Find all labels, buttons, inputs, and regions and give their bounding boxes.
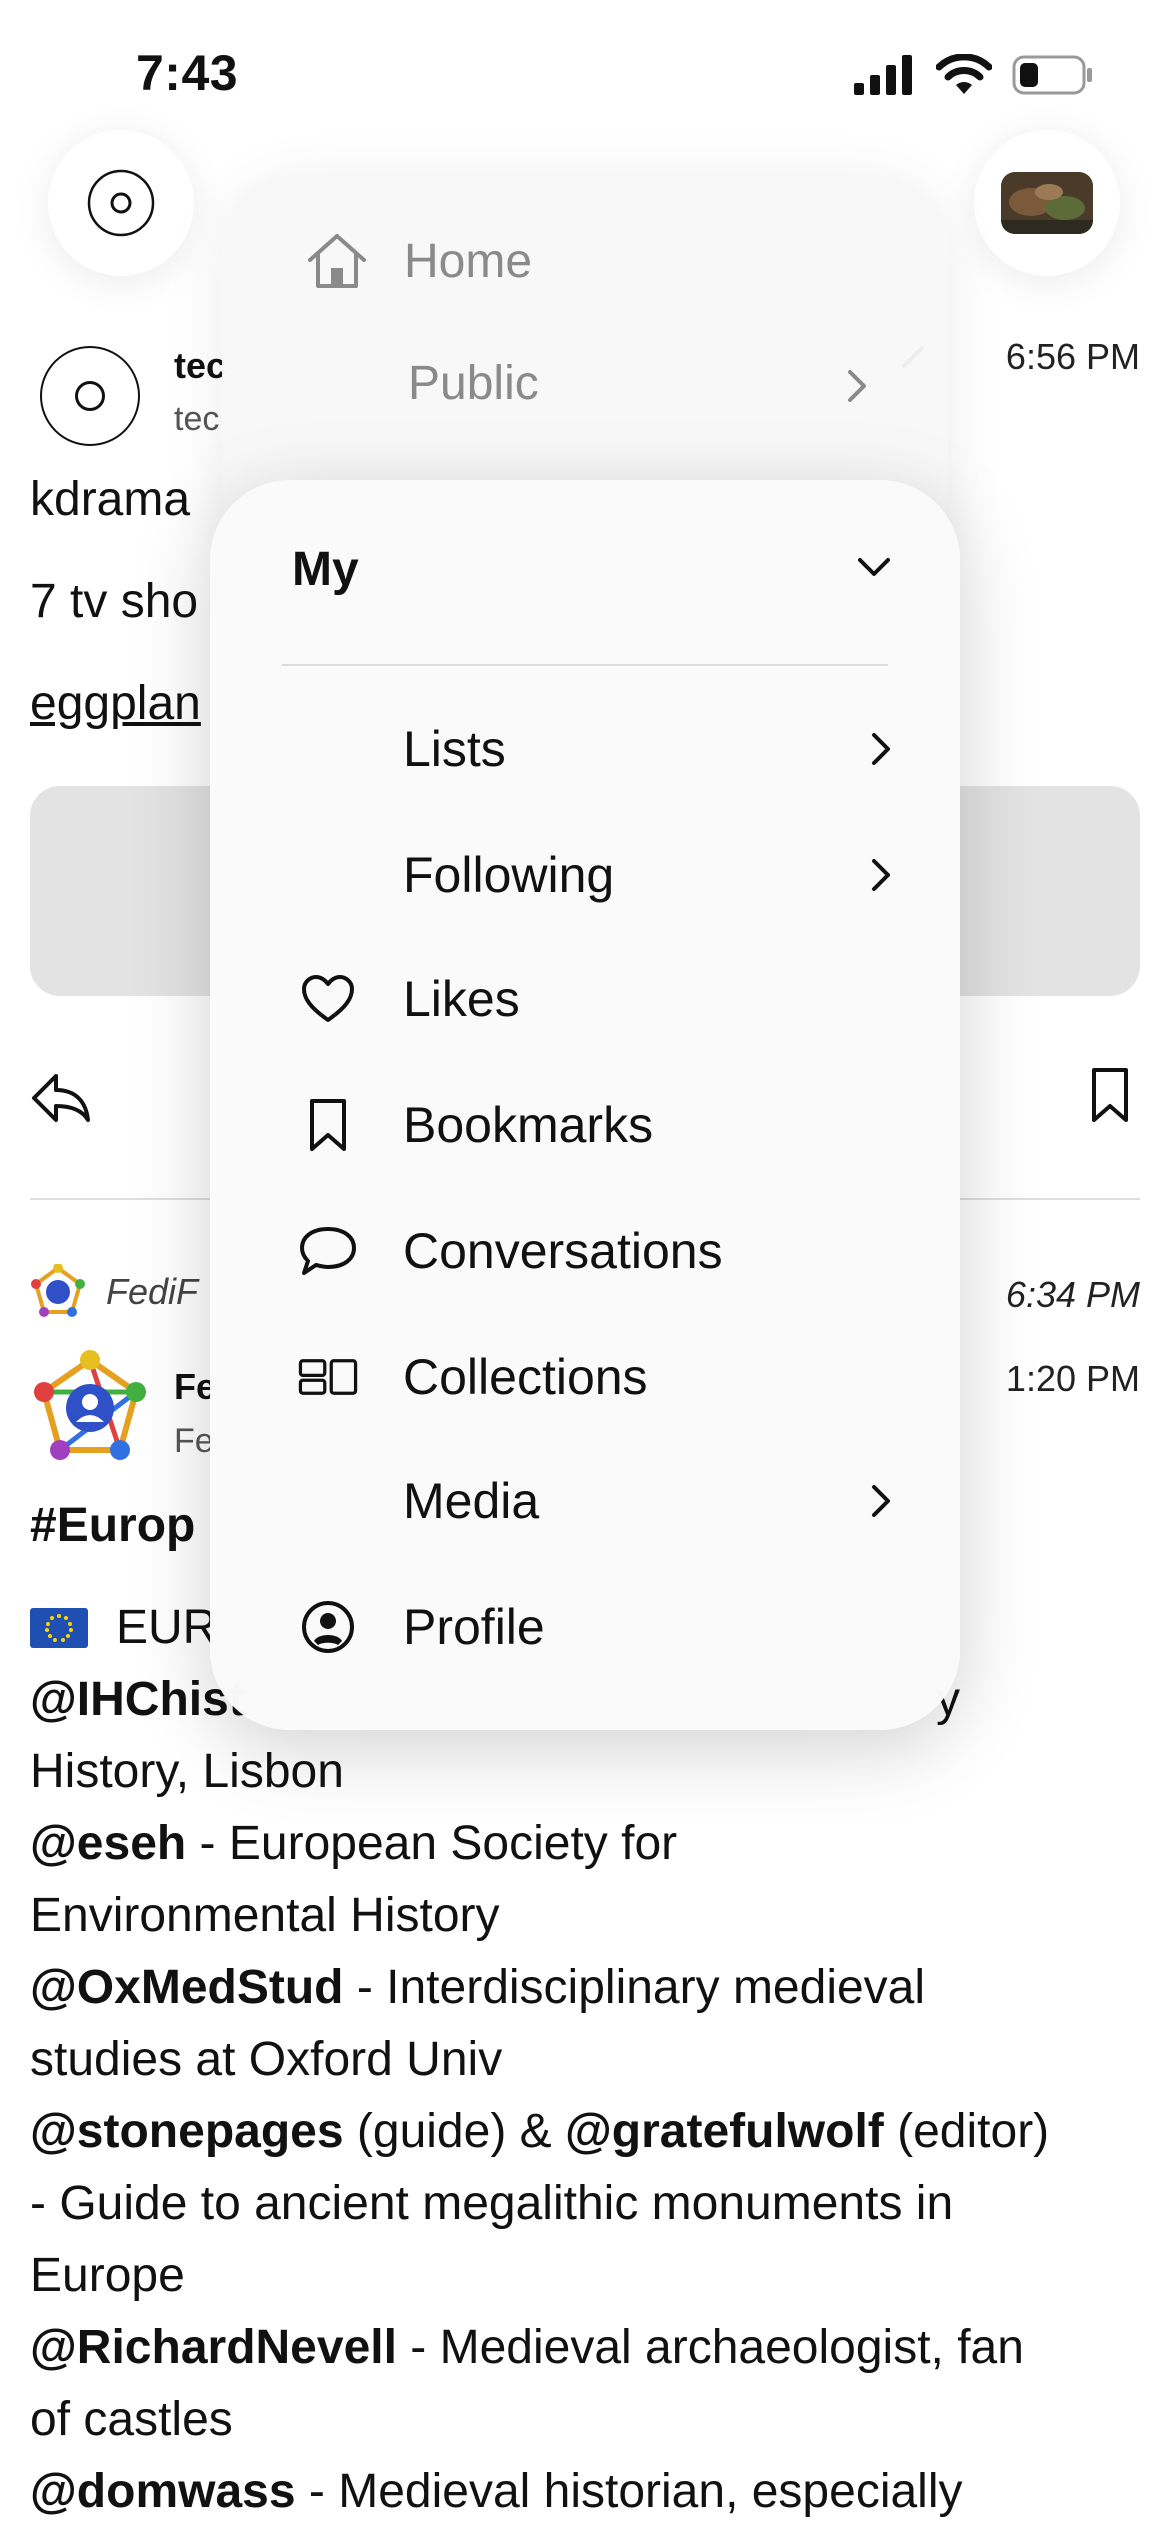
post-content-line: studies at Oxford Univ (30, 2033, 503, 2086)
post-content-line: Environmental History (30, 1889, 500, 1942)
post-content-line: 7 tv sho (30, 575, 199, 628)
post-timestamp: 1:20 PM (1005, 1358, 1140, 1399)
post-content-line: @stonepages (guide) & @gratefulwolf (edi… (30, 2105, 1050, 2158)
menu-item-media[interactable]: Media (210, 1446, 960, 1556)
post-hashtag[interactable]: #Europ (30, 1498, 195, 1553)
post-content-line: History, Lisbon (30, 1745, 344, 1798)
eur-text: EUR (116, 1601, 218, 1654)
chevron-right-icon (848, 370, 866, 402)
chevron-right-icon (872, 1485, 890, 1517)
collections-icon (298, 1359, 358, 1395)
menu-item-lists[interactable]: Lists (210, 694, 960, 804)
menu-item-conversations[interactable]: Conversations (210, 1196, 960, 1306)
post-content-line: @OxMedStud - Interdisciplinary medieval (30, 1961, 926, 2014)
account-avatar-button[interactable] (974, 130, 1120, 276)
menu-section-title[interactable]: My (292, 542, 359, 597)
post-link[interactable]: eggplan (30, 676, 201, 731)
mention[interactable]: @OxMedStud (30, 1961, 343, 2014)
post-content-line: kdrama (30, 473, 191, 526)
chevron-right-icon (872, 733, 890, 765)
menu-item-label: Collections (403, 1349, 648, 1405)
menu-item-following[interactable]: Following (210, 820, 960, 930)
home-icon (308, 234, 366, 288)
mention[interactable]: @eseh (30, 1817, 186, 1870)
menu-item-home[interactable]: Home (306, 232, 532, 290)
menu-item-bookmarks[interactable]: Bookmarks (210, 1070, 960, 1180)
menu-divider (282, 664, 888, 666)
post-content-line: EUR (30, 1600, 217, 1655)
boosted-by-name: FediF (106, 1271, 199, 1312)
bookmark-icon (310, 1099, 346, 1151)
mention[interactable]: @stonepages (30, 2105, 344, 2158)
heart-icon (302, 975, 354, 1022)
post-author-avatar[interactable] (40, 346, 140, 446)
avatar (1001, 172, 1093, 234)
disc-icon (87, 169, 155, 237)
battery-icon (1012, 55, 1092, 95)
profile-icon (302, 1601, 354, 1653)
status-time: 7:43 (136, 45, 239, 101)
boost-timestamp: 6:34 PM (1005, 1274, 1140, 1315)
menu-item-label: Following (403, 847, 615, 903)
status-icons (854, 54, 1094, 96)
menu-item-profile[interactable]: Profile (210, 1572, 960, 1682)
wifi-icon (936, 54, 992, 94)
menu-item-label: Conversations (403, 1223, 723, 1279)
menu-item-label: Bookmarks (403, 1097, 654, 1153)
reply-icon[interactable] (30, 1070, 92, 1126)
bookmark-icon[interactable] (1090, 1066, 1130, 1124)
post-author-name[interactable]: tec (174, 345, 226, 387)
menu-item-label: Likes (403, 971, 520, 1027)
menu-item-collections[interactable]: Collections (210, 1322, 960, 1432)
instance-button[interactable] (48, 130, 194, 276)
menu-item-likes[interactable]: Likes (210, 944, 960, 1054)
post-content-line: of castles (30, 2393, 233, 2446)
post-author-handle: tec (174, 400, 220, 438)
menu-item-public[interactable]: Public (408, 356, 539, 411)
menu-item-label: Home (404, 234, 533, 288)
boost-row[interactable]: FediF (30, 1264, 198, 1320)
post-content-line: @domwass - Medieval historian, especiall… (30, 2465, 963, 2518)
fedi-logo-icon (31, 1264, 85, 1317)
chevron-right-icon (872, 859, 890, 891)
post-author-handle: Fe (174, 1422, 214, 1460)
my-menu-panel: My Lists Following Likes Bookmarks Conve… (210, 480, 960, 1730)
menu-item-label: Media (403, 1473, 540, 1529)
post-content-line: Europe (30, 2249, 185, 2302)
post-timestamp: 6:56 PM (1005, 336, 1140, 377)
menu-item-label: Public (408, 357, 539, 410)
menu-item-label: Profile (403, 1599, 545, 1655)
post-content-line: - Guide to ancient megalithic monuments … (30, 2177, 954, 2230)
menu-item-label: Lists (403, 721, 506, 777)
post-content-line: @RichardNevell - Medieval archaeologist,… (30, 2321, 1024, 2374)
eu-flag-icon (30, 1607, 88, 1648)
post-author-avatar[interactable] (30, 1350, 150, 1470)
post-content-line: @eseh - European Society for (30, 1817, 678, 1870)
mention[interactable]: @RichardNevell (30, 2321, 397, 2374)
chat-bubble-icon (300, 1227, 356, 1275)
signal-icon (854, 55, 912, 95)
chevron-down-icon[interactable] (856, 556, 892, 578)
mention[interactable]: @gratefulwolf (565, 2105, 884, 2158)
mention[interactable]: @domwass (30, 2465, 296, 2518)
